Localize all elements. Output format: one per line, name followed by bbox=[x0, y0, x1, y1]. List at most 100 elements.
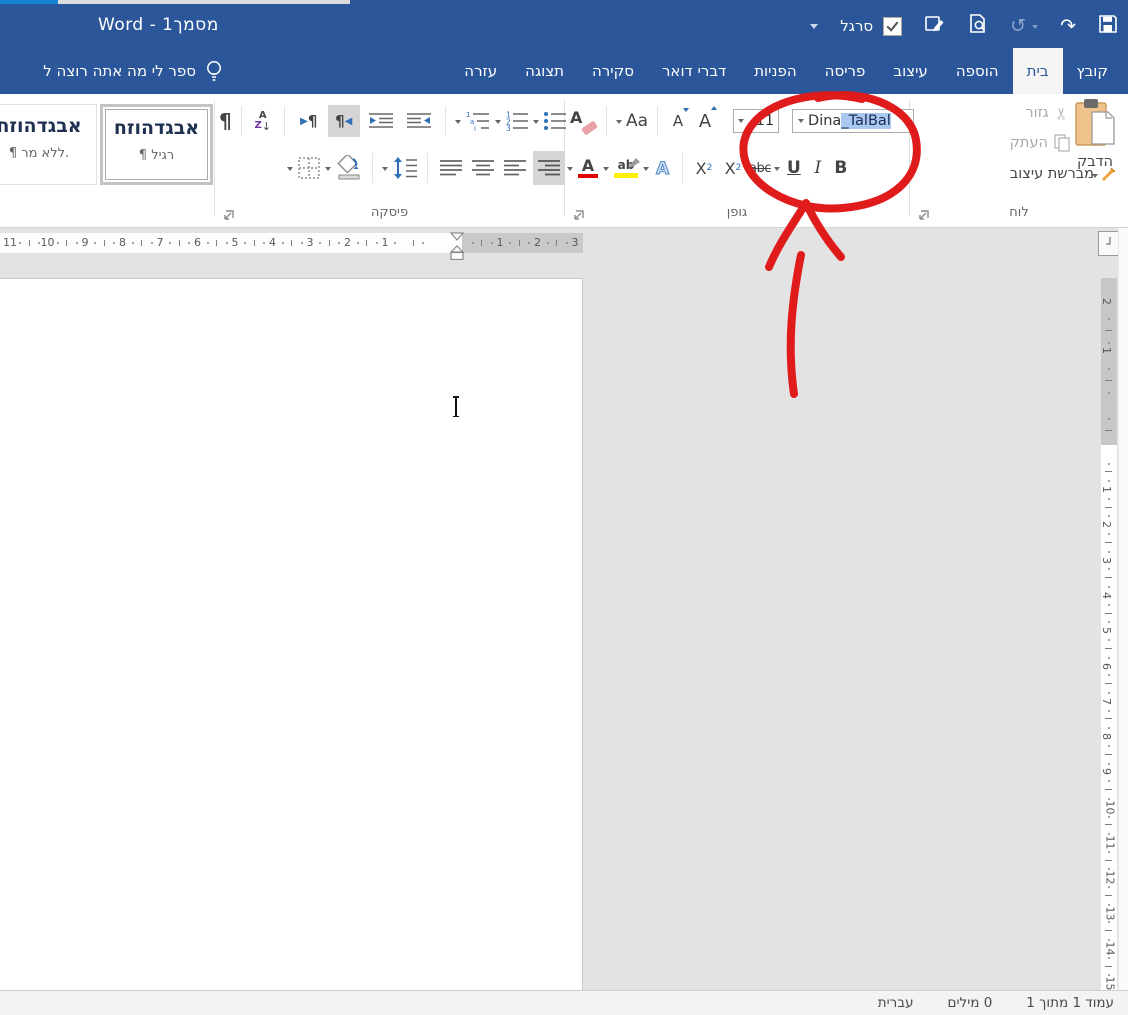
bold-icon[interactable]: B bbox=[831, 159, 851, 177]
tab-layout[interactable]: פריסה bbox=[811, 48, 880, 94]
borders-icon[interactable] bbox=[297, 156, 321, 180]
undo-dropdown-icon[interactable] bbox=[1032, 25, 1039, 32]
vertical-scrollbar[interactable] bbox=[1118, 228, 1128, 990]
shading-icon[interactable] bbox=[335, 155, 363, 181]
hanging-indent-marker[interactable] bbox=[449, 245, 465, 253]
line-spacing-dropdown-icon[interactable] bbox=[382, 166, 388, 174]
line-spacing-icon[interactable] bbox=[392, 156, 418, 180]
undo-icon[interactable]: ↺ bbox=[1010, 16, 1026, 36]
multilevel-list-dropdown-icon[interactable] bbox=[454, 119, 461, 127]
underline-icon[interactable]: U bbox=[783, 159, 805, 177]
numbered-list-icon[interactable]: 123 bbox=[505, 111, 529, 131]
ruler-mark bbox=[1108, 727, 1110, 730]
redo-icon[interactable]: ↷ bbox=[1060, 16, 1076, 36]
font-color-icon[interactable]: A bbox=[576, 157, 600, 179]
style-preview: אבגדהוזח bbox=[113, 117, 200, 139]
ruler-mark bbox=[1108, 709, 1110, 712]
font-color-dropdown-icon[interactable] bbox=[567, 166, 573, 174]
ruler-mark bbox=[1108, 903, 1110, 906]
sort-icon[interactable]: A Z ↓ bbox=[251, 110, 275, 132]
first-line-indent-marker[interactable] bbox=[449, 232, 465, 241]
text-effects-icon[interactable]: A bbox=[652, 158, 674, 179]
ruler-mark bbox=[422, 242, 424, 244]
rtl-direction-icon[interactable]: ¶ ◀ bbox=[327, 105, 360, 137]
ribbon-tabs: קובץ בית הוספה עיצוב פריסה הפניות דברי דואר סקי… bbox=[450, 48, 1122, 94]
tab-mailings[interactable]: דברי דואר bbox=[648, 48, 740, 94]
clipboard-dialog-launcher-icon[interactable] bbox=[917, 207, 930, 220]
ruler-mark bbox=[1108, 656, 1110, 659]
underline-dropdown-icon[interactable] bbox=[773, 166, 780, 174]
qat-customize-icon[interactable] bbox=[810, 24, 819, 33]
paste-dropdown-icon[interactable] bbox=[1092, 174, 1098, 181]
font-name-dropdown-icon[interactable] bbox=[798, 118, 805, 126]
increase-indent-icon[interactable] bbox=[402, 112, 436, 130]
highlight-dropdown-icon[interactable] bbox=[603, 166, 609, 174]
ruler-number: 10 bbox=[40, 236, 55, 249]
paragraph-dialog-launcher-icon[interactable] bbox=[222, 207, 235, 220]
paste-button[interactable]: הדבק bbox=[1066, 98, 1124, 198]
document-page[interactable] bbox=[0, 278, 583, 990]
show-paragraph-marks-icon[interactable]: ¶ bbox=[219, 111, 232, 131]
vertical-ruler[interactable]: 2 1 1 2 3 4 5 6 7 8 9 10 11 12 13 14 15 bbox=[1100, 278, 1117, 991]
highlight-color-icon[interactable]: ab bbox=[612, 158, 640, 178]
ruler-mark bbox=[1105, 330, 1112, 331]
style-normal[interactable]: אבגדהוזח ¶ רגיל bbox=[100, 104, 213, 185]
shading-dropdown-icon[interactable] bbox=[325, 166, 331, 174]
change-case-icon[interactable]: Aa bbox=[626, 112, 648, 130]
font-name-combo[interactable]: Dina _TalBal bbox=[792, 109, 915, 133]
editing-mode-icon[interactable] bbox=[924, 14, 945, 39]
italic-icon[interactable]: I bbox=[808, 159, 828, 177]
page-indicator[interactable]: עמוד 1 מתוך 1 bbox=[1026, 995, 1114, 1011]
tab-insert[interactable]: הוספה bbox=[942, 48, 1013, 94]
change-case-dropdown-icon[interactable] bbox=[616, 119, 622, 127]
style-no-spacing[interactable]: אבגדהוזח ¶ ללא מר. bbox=[0, 104, 97, 185]
shrink-font-icon[interactable]: A bbox=[667, 107, 690, 135]
tab-help[interactable]: עזרה bbox=[450, 48, 511, 94]
tab-file[interactable]: קובץ bbox=[1063, 48, 1123, 94]
strikethrough-icon[interactable]: abc bbox=[749, 162, 771, 175]
ribbon-tab-row: קובץ בית הוספה עיצוב פריסה הפניות דברי דואר סקי… bbox=[0, 48, 1128, 94]
bullet-list-dropdown-icon[interactable] bbox=[532, 119, 539, 127]
qat-ruler-toggle[interactable]: סרגל bbox=[840, 16, 903, 36]
align-right-icon[interactable] bbox=[533, 151, 565, 185]
cut-button[interactable]: ✂ גזור bbox=[1025, 102, 1070, 124]
font-size-combo[interactable]: 11 bbox=[733, 109, 780, 133]
eraser-shape bbox=[581, 120, 598, 136]
font-size-value[interactable]: 11 bbox=[744, 113, 774, 129]
clear-formatting-icon[interactable]: A bbox=[569, 108, 598, 136]
tab-view[interactable]: תצוגה bbox=[511, 48, 578, 94]
font-name-selected-text[interactable]: _TalBal bbox=[841, 113, 891, 129]
tab-home[interactable]: בית bbox=[1012, 48, 1063, 94]
grow-font-icon[interactable]: A bbox=[693, 106, 718, 135]
decrease-indent-icon[interactable] bbox=[364, 112, 398, 130]
font-name-value[interactable]: Dina bbox=[808, 113, 841, 129]
ltr-direction-icon[interactable]: ▶ ¶ bbox=[294, 106, 324, 136]
tell-me-box[interactable]: ספר לי מה אתה רוצה ל bbox=[0, 48, 224, 94]
bullet-list-icon[interactable] bbox=[543, 111, 567, 131]
numbered-list-dropdown-icon[interactable] bbox=[494, 119, 501, 127]
word-count[interactable]: 0 מילים bbox=[948, 995, 993, 1011]
ruler-row: 11 10 9 8 7 6 5 4 3 2 1 1 2 3 ┘ bbox=[0, 228, 1128, 261]
print-preview-icon[interactable] bbox=[967, 13, 988, 39]
indent-markers[interactable] bbox=[444, 229, 470, 261]
language-indicator[interactable]: עברית bbox=[878, 995, 914, 1011]
subscript-icon[interactable]: X2 bbox=[720, 159, 746, 178]
horizontal-ruler[interactable]: 11 10 9 8 7 6 5 4 3 2 1 1 2 3 bbox=[0, 232, 583, 261]
ruler-number: 8 bbox=[119, 236, 126, 249]
borders-dropdown-icon[interactable] bbox=[287, 166, 293, 174]
copy-button[interactable]: העתק bbox=[1010, 132, 1070, 154]
superscript-icon[interactable]: X2 bbox=[691, 159, 717, 178]
tab-design[interactable]: עיצוב bbox=[879, 48, 941, 94]
ruler-mark bbox=[169, 242, 172, 244]
tab-review[interactable]: סקירה bbox=[578, 48, 648, 94]
align-justify-icon[interactable] bbox=[437, 159, 465, 177]
text-effects-dropdown-icon[interactable] bbox=[643, 166, 649, 174]
align-left-icon[interactable] bbox=[501, 159, 529, 177]
align-center-icon[interactable] bbox=[469, 159, 497, 177]
left-indent-marker[interactable] bbox=[450, 251, 464, 261]
font-dialog-launcher-icon[interactable] bbox=[572, 207, 585, 220]
multilevel-list-icon[interactable]: 1ai bbox=[465, 111, 491, 131]
qat-ruler-checkbox[interactable] bbox=[883, 16, 903, 36]
tab-references[interactable]: הפניות bbox=[740, 48, 810, 94]
save-icon[interactable] bbox=[1098, 14, 1118, 38]
